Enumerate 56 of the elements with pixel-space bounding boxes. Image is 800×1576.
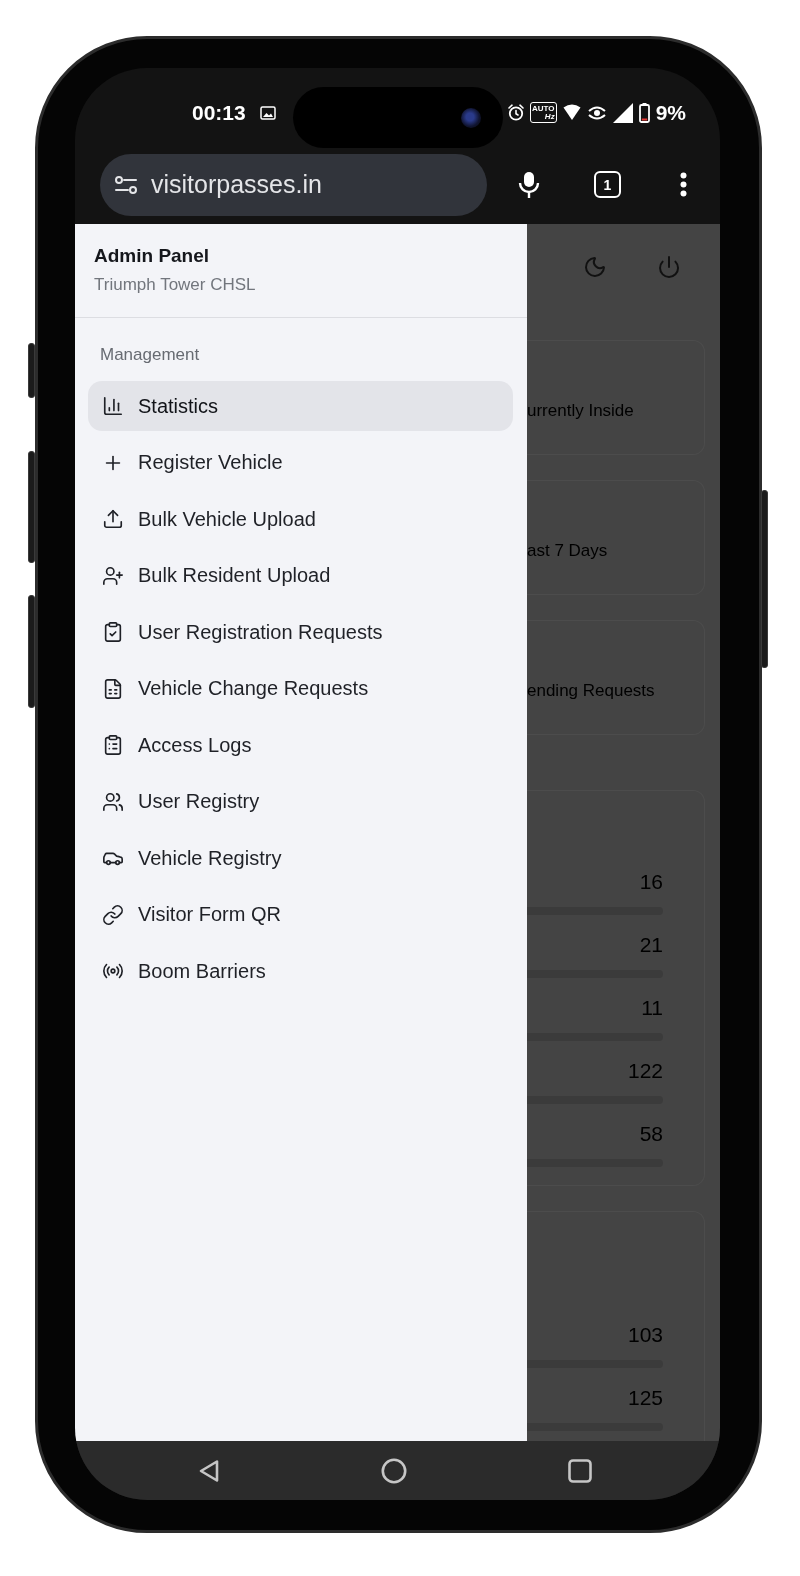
refresh-unit-label: Hz (544, 112, 555, 121)
drawer-title: Admin Panel (94, 244, 211, 268)
battery-icon (638, 102, 650, 123)
stat-label: ending Requests (527, 680, 655, 702)
mic-icon (518, 170, 540, 199)
wifi-icon (562, 104, 581, 121)
upload-icon (102, 508, 124, 530)
stat-label: urrently Inside (527, 400, 634, 422)
home-button[interactable] (381, 1457, 407, 1484)
more-vertical-icon (680, 172, 687, 197)
row-count: 16 (639, 870, 663, 894)
status-time: 00:13 (192, 100, 246, 125)
drawer-menu-item[interactable]: Bulk Resident Upload (88, 550, 513, 601)
section-label: Management (99, 344, 200, 366)
signal-icon (612, 102, 633, 123)
drawer-subtitle: Triumph Tower CHSL (94, 274, 257, 296)
battery-percent: 9% (655, 100, 686, 125)
spreadsheet-file-icon (102, 677, 124, 700)
gallery-icon (259, 105, 276, 120)
link-icon (102, 903, 124, 926)
recents-button[interactable] (568, 1458, 592, 1483)
stat-label: ast 7 Days (527, 540, 608, 562)
drawer-menu-item[interactable]: Register Vehicle (88, 437, 513, 488)
drawer-menu-item[interactable]: Access Logs (88, 720, 513, 770)
back-button[interactable] (198, 1458, 220, 1483)
clipboard-check-icon (102, 621, 124, 643)
refresh-rate-label: AUTO (531, 104, 555, 113)
tab-switcher-button[interactable]: 1 (594, 171, 621, 198)
drawer-menu-item[interactable]: User Registry (88, 776, 513, 827)
drawer-menu-item[interactable]: Vehicle Registry (88, 833, 513, 883)
drawer-menu-item[interactable]: User Registration Requests (88, 607, 513, 657)
users-icon (102, 790, 124, 813)
recents-icon (568, 1458, 592, 1483)
mic-button[interactable] (518, 170, 540, 199)
row-count: 58 (639, 1122, 663, 1146)
alarm-icon (507, 104, 524, 121)
clipboard-list-icon (102, 734, 124, 756)
row-count: 103 (627, 1323, 663, 1347)
drawer-menu-item[interactable]: Visitor Form QR (88, 889, 513, 940)
more-options-button[interactable] (680, 172, 687, 197)
user-plus-icon (102, 564, 124, 587)
row-count: 21 (639, 933, 663, 957)
home-icon (381, 1457, 407, 1484)
phone-side-key (28, 343, 35, 398)
site-settings-icon[interactable] (114, 174, 138, 195)
back-icon (198, 1458, 220, 1483)
drawer-menu-item[interactable]: Boom Barriers (88, 946, 513, 996)
drawer-menu-item[interactable]: Statistics (88, 381, 513, 431)
row-count: 125 (627, 1386, 663, 1410)
row-count: 11 (641, 996, 663, 1020)
row-count: 122 (627, 1059, 663, 1083)
address-bar[interactable]: visitorpasses.in (100, 153, 487, 216)
eye-icon (586, 104, 607, 121)
bar-chart-icon (102, 395, 124, 417)
drawer-menu-item[interactable]: Vehicle Change Requests (88, 663, 513, 714)
drawer-menu-item[interactable]: Bulk Vehicle Upload (88, 494, 513, 544)
